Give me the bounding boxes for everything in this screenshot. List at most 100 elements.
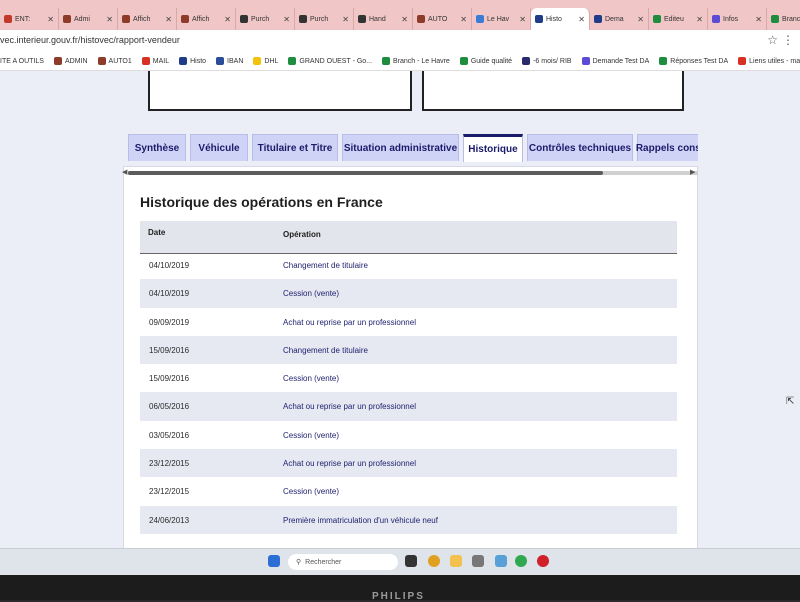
tab-3[interactable]: Titulaire et Titre <box>252 134 338 161</box>
tab-label: Purch <box>310 15 329 23</box>
bookmark-item[interactable]: ADMIN <box>53 57 88 65</box>
operation-cell: Première immatriculation d'un véhicule n… <box>283 515 438 525</box>
tab-favicon-icon <box>299 15 307 23</box>
bookmark-label: IBAN <box>227 57 244 65</box>
tab-2[interactable]: Véhicule <box>190 134 248 161</box>
browser-tab[interactable]: Purch ✕ <box>236 8 295 30</box>
bookmark-label: Histo <box>190 57 207 65</box>
browser-tab[interactable]: Admi ✕ <box>59 8 118 30</box>
table-row: 15/09/2016 Cession (vente) <box>140 364 677 392</box>
close-icon[interactable]: ✕ <box>460 15 467 24</box>
browser-tab[interactable]: Purch ✕ <box>295 8 354 30</box>
browser-tab[interactable]: Infos ✕ <box>708 8 767 30</box>
column-header-date: Date <box>148 228 166 237</box>
bookmark-item[interactable]: Liens utiles - marjori... <box>738 57 800 65</box>
close-icon[interactable]: ✕ <box>165 15 172 24</box>
bookmark-item[interactable]: Branch - Le Havre <box>382 57 450 65</box>
bookmark-item[interactable]: Guide qualité <box>459 57 512 65</box>
browser-tab[interactable]: Hand ✕ <box>354 8 413 30</box>
bookmark-item[interactable]: ITE A OUTILS <box>0 58 44 65</box>
tab-label: Purch <box>251 15 270 23</box>
bookmark-item[interactable]: MAIL <box>141 57 169 65</box>
browser-tab[interactable]: Editeu ✕ <box>649 8 708 30</box>
folder-icon[interactable] <box>450 555 462 567</box>
browser-tab[interactable]: ENT: ✕ <box>0 8 59 30</box>
tab-label: Affich <box>192 15 210 23</box>
tab-6[interactable]: Contrôles techniques <box>527 134 633 161</box>
date-cell: 23/12/2015 <box>149 459 190 469</box>
operation-cell: Achat ou reprise par un professionnel <box>283 459 416 469</box>
bookmark-item[interactable]: GRAND OUEST - Go... <box>288 57 372 65</box>
browser-tab[interactable]: Dema ✕ <box>590 8 649 30</box>
chrome-icon[interactable] <box>428 555 440 567</box>
bookmark-icon <box>253 57 262 65</box>
snip-icon[interactable] <box>495 555 507 567</box>
browser-tab[interactable]: AUTO ✕ <box>413 8 472 30</box>
bookmark-label: DHL <box>264 57 279 65</box>
tab-favicon-icon <box>4 15 12 23</box>
close-icon[interactable]: ✕ <box>401 15 408 24</box>
bookmark-item[interactable]: IBAN <box>216 57 243 65</box>
browser-tab[interactable]: Branc✕ <box>767 8 800 30</box>
scroll-left-icon[interactable]: ◀ <box>122 168 127 176</box>
browser-tab[interactable]: Affich ✕ <box>118 8 177 30</box>
tab-5[interactable]: Historique <box>463 134 523 162</box>
bookmark-item[interactable]: Histo <box>179 57 206 65</box>
taskbar-search[interactable]: ⚲ Rechercher <box>288 554 398 570</box>
bookmark-item[interactable]: Demande Test DA <box>581 57 649 65</box>
bookmark-label: -6 mois/ RIB <box>533 57 572 65</box>
tab-label: Dema <box>605 15 624 23</box>
close-icon[interactable]: ✕ <box>637 15 644 24</box>
close-icon[interactable]: ✕ <box>47 15 54 24</box>
date-cell: 24/06/2013 <box>149 515 190 525</box>
close-icon[interactable]: ✕ <box>696 15 703 24</box>
scroll-right-icon[interactable]: ▶ <box>690 168 695 176</box>
browser-tab[interactable]: Histo ✕ <box>531 8 590 30</box>
close-icon[interactable]: ✕ <box>519 15 526 24</box>
address-bar[interactable]: vec.interieur.gouv.fr/histovec/rapport-v… <box>0 30 800 53</box>
tab-label: Affich <box>133 15 151 23</box>
bookmark-icon <box>459 57 468 65</box>
bookmark-star-icon[interactable]: ☆ <box>767 33 778 47</box>
menu-icon[interactable]: ⋮ <box>782 33 794 47</box>
tab-favicon-icon <box>63 15 71 23</box>
tab-7[interactable]: Rappels constru <box>636 134 698 161</box>
table-row: 03/05/2016 Cession (vente) <box>140 421 677 449</box>
close-icon[interactable]: ✕ <box>224 15 231 24</box>
bookmark-icon <box>738 57 747 65</box>
close-icon[interactable]: ✕ <box>283 15 290 24</box>
close-icon[interactable]: ✕ <box>578 15 585 24</box>
chrome-profile-icon[interactable] <box>515 555 527 567</box>
bookmark-icon <box>141 57 150 65</box>
close-icon[interactable]: ✕ <box>755 15 762 24</box>
url-text[interactable]: vec.interieur.gouv.fr/histovec/rapport-v… <box>0 35 180 45</box>
tabs-scrollbar[interactable] <box>128 171 698 175</box>
top-box-left <box>148 71 412 111</box>
close-icon[interactable]: ✕ <box>342 15 349 24</box>
phone-icon[interactable] <box>472 555 484 567</box>
bookmark-label: Branch - Le Havre <box>393 57 450 65</box>
scrollbar-thumb[interactable] <box>128 171 603 175</box>
bookmark-item[interactable]: -6 mois/ RIB <box>522 57 572 65</box>
column-header-operation: Opération <box>283 230 321 239</box>
tab-label: Branc <box>782 15 800 23</box>
search-icon: ⚲ <box>296 559 302 566</box>
file-explorer-icon[interactable] <box>405 555 417 567</box>
tab-4[interactable]: Situation administrative <box>342 134 459 161</box>
bookmark-item[interactable]: Réponses Test DA <box>659 57 728 65</box>
windows-icon[interactable] <box>268 555 280 567</box>
bookmark-item[interactable]: AUTO1 <box>97 57 132 65</box>
operation-cell: Achat ou reprise par un professionnel <box>283 402 416 412</box>
browser-tab[interactable]: Affich ✕ <box>177 8 236 30</box>
tab-favicon-icon <box>358 15 366 23</box>
tab-1[interactable]: Synthèse <box>128 134 186 161</box>
close-icon[interactable]: ✕ <box>106 15 113 24</box>
table-row: 24/06/2013 Première immatriculation d'un … <box>140 505 677 534</box>
operation-cell: Cession (vente) <box>283 487 340 497</box>
date-cell: 23/12/2015 <box>149 487 190 497</box>
operation-cell: Changement de titulaire <box>283 345 368 355</box>
opera-icon[interactable] <box>537 555 549 567</box>
browser-tab[interactable]: Le Hav ✕ <box>472 8 531 30</box>
screen: ENT: ✕ Admi ✕ Affich ✕ Affich ✕ Purch ✕ Purch ✕ Hand… <box>0 0 800 575</box>
bookmark-item[interactable]: DHL <box>253 57 278 65</box>
